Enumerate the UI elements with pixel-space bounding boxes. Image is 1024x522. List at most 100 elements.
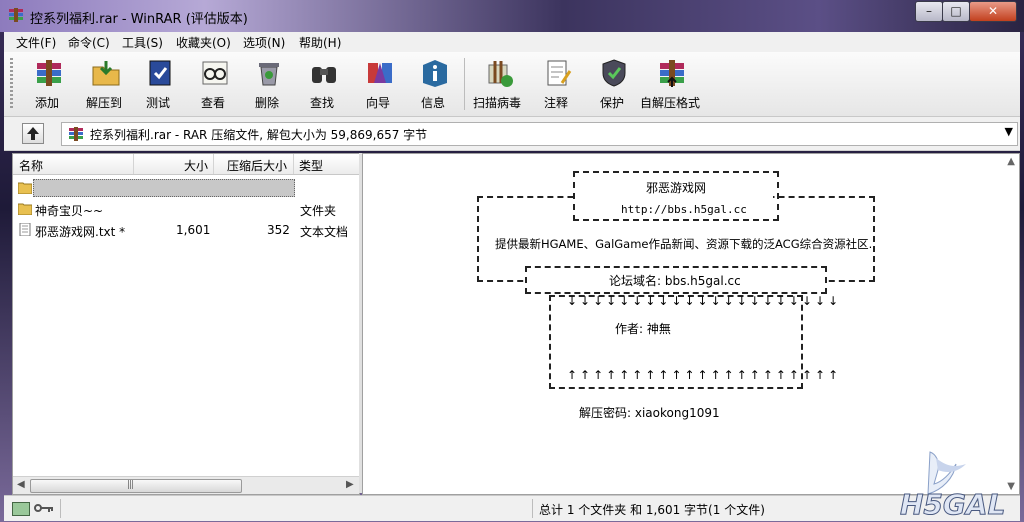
toolbar-grip[interactable] [10,58,13,110]
wizard-button[interactable]: 向导 [352,52,404,114]
view-button[interactable]: 查看 [187,52,239,114]
rar-archive-icon [69,127,83,141]
toolbar: 添加 解压到 测试 查看 删除 查找 向导 信息 扫描病毒 注释 保护 自解压格… [4,52,1020,117]
scan-virus-label: 扫描病毒 [472,96,521,110]
drive-icon[interactable] [12,502,30,516]
description-text: 提供最新HGAME、GalGame作品新闻、资源下载的泛ACG综合资源社区. [495,237,873,251]
info-label: 信息 [420,96,445,110]
scrollbar-thumb[interactable]: ||| [30,479,242,493]
svg-text:H5GAL: H5GAL [900,488,1005,520]
column-type[interactable]: 类型 [299,157,323,174]
column-size[interactable]: 大小 [184,157,208,174]
sfx-button[interactable]: 自解压格式 [640,52,700,114]
key-icon[interactable] [34,503,54,513]
title-bar[interactable]: 控系列福利.rar - WinRAR (评估版本) – □ ✕ [0,0,1024,32]
scroll-up-icon[interactable]: ▲ [1007,156,1015,167]
winrar-app-icon [9,8,23,22]
chevron-down-icon[interactable]: ▼ [1005,125,1013,138]
address-field[interactable]: 控系列福利.rar - RAR 压缩文件, 解包大小为 59,869,657 字… [61,122,1018,146]
protect-button[interactable]: 保护 [586,52,638,114]
file-type: 文本文档 [300,225,349,239]
comment-button[interactable]: 注释 [530,52,582,114]
test-button[interactable]: 测试 [132,52,184,114]
file-packed-size: 352 [267,223,290,237]
table-row[interactable]: 文件夹 [13,178,359,198]
toolbar-separator [464,58,465,110]
file-name: 邪恶游戏网.txt * [35,225,126,239]
menu-favorites[interactable]: 收藏夹(O) [176,34,231,51]
delete-label: 删除 [254,96,279,110]
find-binoculars-icon [312,67,336,83]
down-arrows: ↓↓↓↓↓↓↓↓↓↓↓↓↓↓↓↓↓↓↓↓↓ [567,294,842,308]
horizontal-scrollbar[interactable]: ◀ ||| ▶ [13,476,359,494]
address-text: 控系列福利.rar - RAR 压缩文件, 解包大小为 59,869,657 字… [90,128,428,142]
minimize-button[interactable]: – [915,1,943,22]
file-list[interactable]: 名称 大小 压缩后大小 类型 文件夹 神奇宝贝~~ 文件夹 邪恶游戏网.txt … [12,153,360,495]
comment-note-icon [547,60,572,86]
find-label: 查找 [309,96,334,110]
up-arrows: ↑↑↑↑↑↑↑↑↑↑↑↑↑↑↑↑↑↑↑↑↑ [567,368,842,382]
extract-to-label: 解压到 [85,96,122,110]
status-summary: 总计 1 个文件夹 和 1,601 字节(1 个文件) [539,503,765,517]
find-button[interactable]: 查找 [296,52,348,114]
add-button[interactable]: 添加 [21,52,73,114]
maximize-button[interactable]: □ [942,1,970,22]
sfx-label: 自解压格式 [640,96,701,110]
site-url: http://bbs.h5gal.cc [621,203,747,216]
add-archive-icon [37,60,61,86]
file-type: 文件夹 [300,204,337,218]
archive-comment: ▲ 邪恶游戏网 http://bbs.h5gal.cc 提供最新HGAME、Ga… [362,153,1020,495]
extract-folder-icon [92,61,120,86]
column-divider [293,154,294,174]
table-row[interactable]: 邪恶游戏网.txt * 1,601 352 文本文档 [13,220,359,240]
status-separator [532,499,533,518]
up-folder-button[interactable] [22,123,44,144]
menu-tools[interactable]: 工具(S) [122,34,163,51]
selection-highlight [33,179,295,197]
status-separator [60,499,61,518]
menu-file[interactable]: 文件(F) [16,34,56,51]
column-divider [213,154,214,174]
sfx-archive-icon [660,60,684,87]
scan-virus-button[interactable]: 扫描病毒 [471,52,523,114]
delete-bin-icon [259,63,279,86]
protect-label: 保护 [599,96,624,110]
info-button[interactable]: 信息 [407,52,459,114]
author-text: 作者: 神無 [615,322,671,336]
winrar-window: 控系列福利.rar - WinRAR (评估版本) – □ ✕ 文件(F) 命令… [0,0,1024,522]
grip-icon: ||| [127,480,134,490]
close-button[interactable]: ✕ [969,1,1017,22]
address-bar: 控系列福利.rar - RAR 压缩文件, 解包大小为 59,869,657 字… [4,117,1020,151]
extract-to-button[interactable]: 解压到 [78,52,130,114]
table-row[interactable]: 神奇宝贝~~ 文件夹 [13,199,359,219]
column-packed[interactable]: 压缩后大小 [227,157,287,174]
folder-icon [18,203,32,215]
column-name[interactable]: 名称 [19,157,43,174]
add-label: 添加 [34,96,59,110]
info-icon [423,60,447,87]
test-book-icon [149,60,171,86]
scroll-left-icon[interactable]: ◀ [17,479,25,490]
site-name: 邪恶游戏网 [646,181,707,195]
password-text: 解压密码: xiaokong1091 [579,406,720,420]
status-bar: 总计 1 个文件夹 和 1,601 字节(1 个文件) [4,495,1020,521]
comment-label: 注释 [543,96,568,110]
scroll-right-icon[interactable]: ▶ [346,479,354,490]
file-name: 神奇宝贝~~ [35,204,104,218]
column-divider [133,154,134,174]
window-title: 控系列福利.rar - WinRAR (评估版本) [30,12,248,27]
view-label: 查看 [200,96,225,110]
h5gal-logo: H5GAL [900,451,1006,520]
column-header: 名称 大小 压缩后大小 类型 [13,154,359,175]
protect-shield-icon [602,59,626,87]
file-type: 文件夹 [300,183,337,197]
delete-button[interactable]: 删除 [241,52,293,114]
menu-bar: 文件(F) 命令(C) 工具(S) 收藏夹(O) 选项(N) 帮助(H) [4,32,1020,52]
text-file-icon [19,223,31,236]
menu-options[interactable]: 选项(N) [243,34,285,51]
menu-help[interactable]: 帮助(H) [299,34,341,51]
wizard-label: 向导 [365,96,390,110]
folder-icon [18,182,32,194]
menu-commands[interactable]: 命令(C) [68,34,110,51]
scan-virus-icon [488,61,513,87]
